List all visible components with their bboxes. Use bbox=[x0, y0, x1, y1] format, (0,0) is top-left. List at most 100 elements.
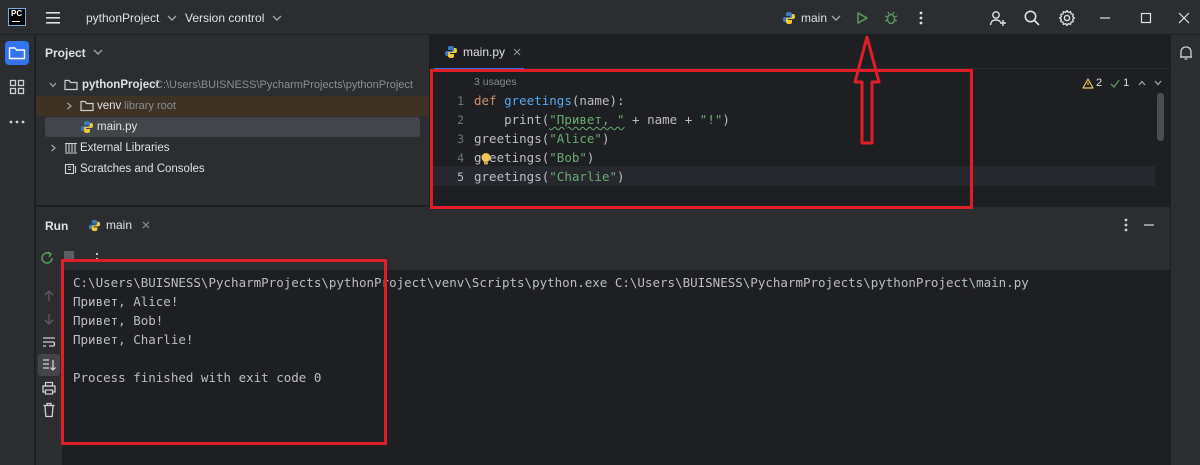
more-horizontal-icon bbox=[9, 120, 25, 124]
line-number: 2 bbox=[457, 113, 464, 127]
bell-icon bbox=[1180, 46, 1192, 60]
folder-icon bbox=[64, 79, 78, 91]
venv-tag: library root bbox=[124, 100, 176, 112]
code-line-4[interactable]: greetings("Bob") bbox=[474, 150, 594, 165]
maximize-button[interactable] bbox=[1139, 0, 1153, 35]
project-panel-title: Project bbox=[45, 46, 86, 60]
library-icon bbox=[65, 142, 77, 154]
more-vertical-icon[interactable] bbox=[1122, 217, 1130, 233]
more-actions-button[interactable] bbox=[917, 0, 925, 35]
code-keyword: def bbox=[474, 93, 497, 108]
code-line-5[interactable]: greetings("Charlie") bbox=[474, 169, 625, 184]
trash-icon[interactable] bbox=[42, 402, 56, 418]
code-string: "Charlie" bbox=[549, 169, 617, 184]
minimize-button[interactable] bbox=[1098, 0, 1112, 35]
bug-icon bbox=[884, 11, 898, 24]
rerun-icon[interactable] bbox=[39, 250, 55, 266]
stop-button[interactable] bbox=[64, 251, 74, 261]
folder-icon bbox=[8, 47, 26, 60]
chevron-up-icon[interactable] bbox=[1137, 78, 1147, 88]
main-menu-button[interactable] bbox=[44, 0, 62, 35]
scroll-to-end-button[interactable] bbox=[38, 354, 60, 376]
console-line: Привет, Charlie! bbox=[73, 332, 194, 347]
chevron-down-icon[interactable] bbox=[1153, 78, 1163, 88]
code-string: "Alice" bbox=[549, 131, 602, 146]
project-panel-header[interactable]: Project bbox=[45, 46, 104, 60]
code-text: greetings( bbox=[474, 131, 550, 146]
venv-name: venv bbox=[97, 100, 122, 112]
scratches-label: Scratches and Consoles bbox=[80, 163, 205, 175]
code-text: ) bbox=[617, 169, 625, 184]
more-tools-button[interactable] bbox=[5, 110, 29, 134]
soft-wrap-icon[interactable] bbox=[41, 335, 57, 349]
project-root-path: C:\Users\BUISNESS\PycharmProjects\python… bbox=[155, 79, 413, 91]
run-tools-strip bbox=[36, 243, 74, 465]
tree-item-scratches[interactable]: Scratches and Consoles bbox=[36, 159, 429, 179]
folder-icon bbox=[80, 100, 94, 112]
code-line-1[interactable]: def greetings(name): bbox=[474, 93, 625, 108]
notifications-tool-button[interactable] bbox=[1174, 41, 1198, 65]
title-bar: PC pythonProject Version control main bbox=[0, 0, 1200, 35]
editor-tab-main-py[interactable]: main.py bbox=[434, 35, 524, 70]
search-button[interactable] bbox=[1023, 0, 1041, 35]
console-output[interactable]: C:\Users\BUISNESS\PycharmProjects\python… bbox=[62, 271, 1170, 465]
usages-hint[interactable]: 3 usages bbox=[474, 76, 517, 88]
code-text: print( bbox=[474, 112, 550, 127]
more-vertical-icon bbox=[919, 11, 923, 24]
external-libraries-label: External Libraries bbox=[80, 142, 170, 154]
console-line: Привет, Alice! bbox=[73, 294, 179, 309]
code-text: + name + bbox=[624, 112, 700, 127]
project-name: pythonProject bbox=[86, 10, 160, 25]
python-icon bbox=[783, 11, 795, 24]
editor-tab-label: main.py bbox=[463, 45, 506, 59]
code-line-3[interactable]: greetings("Alice") bbox=[474, 131, 609, 146]
project-switcher[interactable]: pythonProject bbox=[86, 0, 179, 35]
python-file-icon bbox=[81, 121, 93, 133]
vcs-menu[interactable]: Version control bbox=[185, 0, 284, 35]
code-text: ) bbox=[722, 112, 730, 127]
more-vertical-icon[interactable] bbox=[94, 251, 100, 263]
run-button[interactable] bbox=[855, 0, 869, 35]
tree-item-venv[interactable]: venv library root bbox=[36, 96, 429, 116]
line-number: 5 bbox=[457, 170, 464, 184]
settings-button[interactable] bbox=[1058, 0, 1076, 35]
vcs-label: Version control bbox=[185, 10, 265, 25]
play-icon bbox=[857, 11, 868, 24]
debug-button[interactable] bbox=[883, 0, 899, 35]
editor-scrollbar-thumb[interactable] bbox=[1157, 93, 1164, 141]
code-with-me-button[interactable] bbox=[989, 0, 1007, 35]
project-tool-button[interactable] bbox=[5, 41, 29, 65]
search-icon bbox=[1024, 10, 1040, 26]
code-line-2[interactable]: print("Привет, " + name + "!") bbox=[474, 112, 730, 127]
arrow-up-icon[interactable] bbox=[43, 289, 55, 303]
checks-count: 1 bbox=[1123, 77, 1130, 89]
right-tool-strip bbox=[1170, 35, 1200, 465]
line-number: 4 bbox=[457, 151, 464, 165]
print-icon[interactable] bbox=[41, 381, 57, 395]
run-panel-header: Run main bbox=[36, 207, 1170, 243]
python-file-icon bbox=[445, 46, 457, 58]
tree-item-main-py[interactable]: main.py bbox=[45, 117, 420, 137]
project-root-name: pythonProject bbox=[82, 79, 160, 91]
close-icon bbox=[1178, 12, 1190, 23]
pycharm-logo-icon[interactable]: PC bbox=[8, 8, 26, 26]
run-config-selector[interactable]: main bbox=[782, 0, 842, 35]
inspections-widget[interactable]: 2 1 bbox=[1082, 77, 1163, 89]
scratches-icon bbox=[64, 163, 77, 175]
tree-item-external-libraries[interactable]: External Libraries bbox=[36, 138, 429, 158]
run-tab-main[interactable]: main bbox=[88, 207, 151, 243]
structure-tool-button[interactable] bbox=[5, 75, 29, 99]
chevron-down-icon bbox=[831, 15, 841, 21]
console-line: C:\Users\BUISNESS\PycharmProjects\python… bbox=[73, 275, 1029, 290]
structure-icon bbox=[9, 79, 25, 95]
annotation-arrow-icon bbox=[853, 35, 881, 145]
close-tab-icon[interactable] bbox=[141, 220, 151, 230]
arrow-down-icon[interactable] bbox=[43, 312, 55, 326]
close-window-button[interactable] bbox=[1177, 0, 1191, 35]
intention-bulb-icon[interactable] bbox=[480, 152, 492, 166]
tree-item-project-root[interactable]: pythonProject C:\Users\BUISNESS\PycharmP… bbox=[36, 75, 429, 95]
minimize-panel-icon[interactable] bbox=[1142, 218, 1156, 232]
close-tab-icon[interactable] bbox=[512, 47, 522, 57]
console-toolbar bbox=[62, 243, 1170, 271]
line-number: 1 bbox=[457, 94, 464, 108]
